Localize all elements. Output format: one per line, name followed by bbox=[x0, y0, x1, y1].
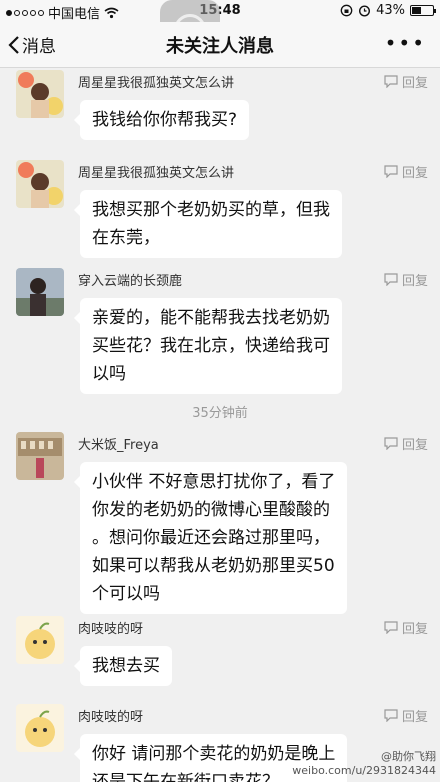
comment-icon bbox=[384, 75, 398, 88]
message-line: 你发的老奶奶的微博心里酸酸的 bbox=[92, 500, 330, 520]
message-line: 小伙伴 不好意思打扰你了，看了 bbox=[92, 472, 336, 492]
reply-button[interactable]: 回复 bbox=[384, 434, 428, 453]
nav-bar: 消息 未关注人消息 ••• bbox=[0, 22, 440, 68]
message-feed[interactable]: 周星星我很孤独英文怎么讲 回复 我钱给你你帮我买? 周星星我很孤独英文怎么讲 回… bbox=[0, 68, 440, 782]
message-line: 。想问你最近还会路过那里吗， bbox=[92, 528, 330, 548]
message-line: 以吗 bbox=[92, 364, 126, 384]
avatar[interactable] bbox=[16, 432, 64, 480]
avatar[interactable] bbox=[16, 268, 64, 316]
status-bar: 中国电信 15:48 43% bbox=[0, 0, 440, 22]
comment-icon bbox=[384, 273, 398, 286]
avatar[interactable] bbox=[16, 616, 64, 664]
page-title: 未关注人消息 bbox=[166, 36, 274, 57]
sender-name[interactable]: 肉吱吱的呀 bbox=[78, 618, 143, 637]
message-bubble: 小伙伴 不好意思打扰你了，看了 你发的老奶奶的微博心里酸酸的 。想问你最近还会路… bbox=[73, 462, 348, 614]
reply-button[interactable]: 回复 bbox=[384, 270, 428, 289]
battery-icon bbox=[410, 5, 436, 16]
reply-button[interactable]: 回复 bbox=[384, 706, 428, 725]
comment-icon bbox=[384, 437, 398, 450]
reply-button[interactable]: 回复 bbox=[384, 72, 428, 91]
sender-name[interactable]: 周星星我很孤独英文怎么讲 bbox=[78, 72, 234, 91]
reply-label: 回复 bbox=[401, 710, 428, 725]
message-bubble: 我钱给你你帮我买? bbox=[73, 100, 250, 140]
message-bubble: 我想去买 bbox=[74, 646, 172, 686]
sender-name[interactable]: 周星星我很孤独英文怎么讲 bbox=[78, 162, 234, 181]
status-right: 43% bbox=[340, 3, 436, 18]
message-line: 买些花？我在北京，快递给我可 bbox=[92, 336, 330, 356]
reply-label: 回复 bbox=[401, 76, 428, 91]
message-line: 如果可以帮我从老奶奶那里买50 bbox=[92, 556, 335, 576]
reply-label: 回复 bbox=[401, 274, 428, 289]
message-bubble: 亲爱的，能不能帮我去找老奶奶 买些花？我在北京，快递给我可 以吗 bbox=[74, 298, 342, 394]
message-line: 我想买那个老奶奶买的草，但我 bbox=[92, 200, 330, 220]
reply-button[interactable]: 回复 bbox=[384, 618, 428, 637]
message-line: 个可以吗 bbox=[92, 584, 160, 604]
watermark: @助你飞翔 weibo.com/u/2931824344 bbox=[292, 750, 436, 778]
avatar[interactable] bbox=[16, 160, 64, 208]
sender-name[interactable]: 穿入云端的长颈鹿 bbox=[78, 270, 182, 289]
message-line: 我钱给你你帮我买? bbox=[92, 110, 238, 130]
message-line: 在东莞， bbox=[92, 228, 160, 248]
more-button[interactable]: ••• bbox=[385, 31, 426, 55]
rotation-lock-icon bbox=[340, 4, 353, 17]
avatar[interactable] bbox=[16, 70, 64, 118]
battery-fill bbox=[412, 7, 421, 14]
watermark-handle: @助你飞翔 bbox=[381, 750, 436, 763]
comment-icon bbox=[384, 165, 398, 178]
alarm-icon bbox=[359, 5, 371, 17]
message-line: 我想去买 bbox=[92, 656, 160, 676]
reply-label: 回复 bbox=[401, 166, 428, 181]
reply-label: 回复 bbox=[401, 622, 428, 637]
watermark-url: weibo.com/u/2931824344 bbox=[292, 764, 436, 777]
reply-button[interactable]: 回复 bbox=[384, 162, 428, 181]
comment-icon bbox=[384, 709, 398, 722]
message-bubble: 我想买那个老奶奶买的草，但我 在东莞， bbox=[74, 190, 342, 258]
message-line: 亲爱的，能不能帮我去找老奶奶 bbox=[92, 308, 330, 328]
avatar[interactable] bbox=[16, 704, 64, 752]
time-separator: 35分钟前 bbox=[192, 406, 248, 421]
sender-name[interactable]: 大米饭_Freya bbox=[78, 434, 159, 453]
sender-name[interactable]: 肉吱吱的呀 bbox=[78, 706, 143, 725]
comment-icon bbox=[384, 621, 398, 634]
reply-label: 回复 bbox=[401, 438, 428, 453]
battery-percent: 43% bbox=[376, 3, 405, 18]
